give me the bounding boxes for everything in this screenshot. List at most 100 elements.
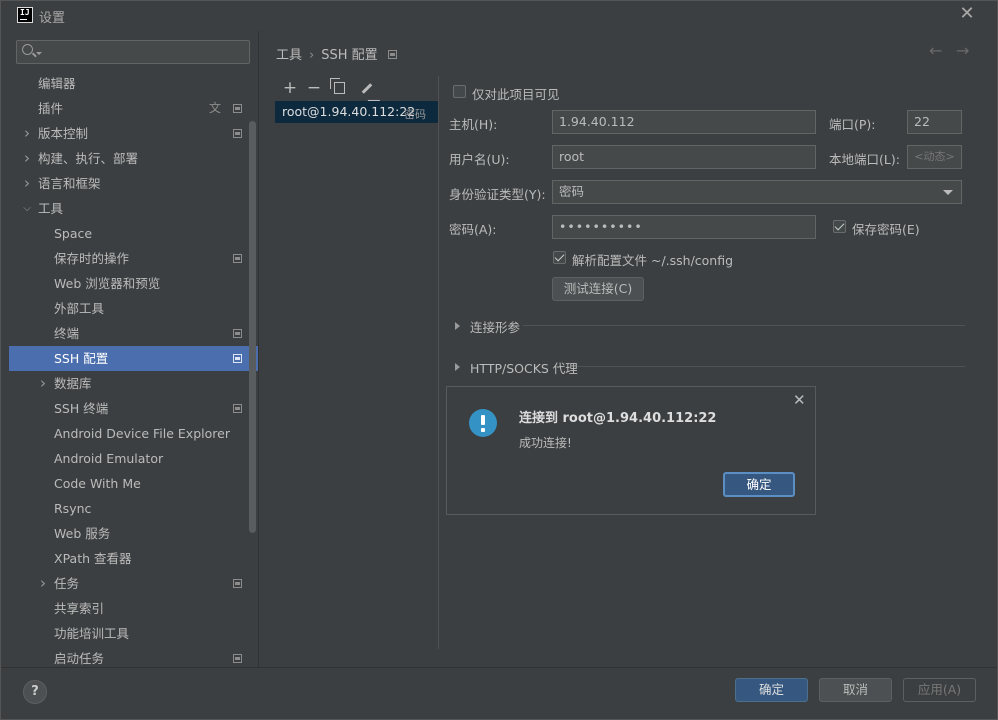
host-label: 主机(H): (449, 117, 498, 132)
project-level-icon (233, 254, 242, 263)
chevron-right-icon[interactable]: › (37, 571, 49, 596)
sidebar-item[interactable]: 外部工具 (9, 296, 258, 321)
project-level-icon (387, 50, 397, 59)
sidebar-item-label: 插件 (38, 101, 64, 116)
host-entry-auth: 密码 (404, 108, 426, 121)
host-list-item[interactable]: root@1.94.40.112:22 密码 (275, 101, 438, 123)
sidebar-item[interactable]: Android Device File Explorer (9, 421, 258, 446)
close-window-icon[interactable]: ✕ (958, 5, 976, 23)
auth-type-label: 身份验证类型(Y): (449, 187, 546, 202)
edit-host-icon[interactable] (361, 83, 373, 94)
save-password-label: 保存密码(E) (852, 222, 920, 237)
sidebar-item[interactable]: 保存时的操作 (9, 246, 258, 271)
sidebar-item-label: 保存时的操作 (54, 251, 130, 266)
sidebar-item[interactable]: Code With Me (9, 471, 258, 496)
sidebar-item[interactable]: XPath 查看器 (9, 546, 258, 571)
sidebar-item-label: 构建、执行、部署 (38, 151, 139, 166)
chevron-right-icon[interactable]: › (21, 171, 33, 196)
host-entry-name: root@1.94.40.112:22 (282, 104, 416, 119)
sidebar-item-label: Code With Me (54, 476, 141, 491)
section-rule (577, 366, 965, 367)
sidebar-scrollbar[interactable] (249, 121, 256, 533)
port-input[interactable]: 22 (907, 110, 962, 134)
sidebar-item[interactable]: ⌵ 工具 (9, 196, 258, 221)
auth-type-select[interactable]: 密码 (552, 180, 962, 204)
chevron-down-icon (943, 190, 953, 195)
sidebar-item[interactable]: SSH 配置 (9, 346, 258, 371)
help-button[interactable]: ? (23, 680, 47, 704)
sidebar-item-label: Android Device File Explorer (54, 426, 230, 441)
project-level-icon (233, 104, 242, 113)
sidebar-item[interactable]: › 数据库 (9, 371, 258, 396)
sidebar-item[interactable]: › 构建、执行、部署 (9, 146, 258, 171)
save-password-checkbox[interactable] (833, 220, 846, 233)
cancel-button[interactable]: 取消 (819, 678, 892, 702)
chevron-right-icon[interactable]: › (37, 371, 49, 396)
proxy-section[interactable]: HTTP/SOCKS 代理 (455, 360, 965, 376)
sidebar-item[interactable]: 功能培训工具 (9, 621, 258, 646)
back-arrow-icon[interactable]: ← (929, 41, 942, 60)
chevron-right-icon[interactable]: › (21, 121, 33, 146)
local-port-input[interactable]: <动态> (907, 145, 962, 169)
popup-ok-button[interactable]: 确定 (723, 472, 795, 497)
port-label: 端口(P): (829, 117, 876, 132)
settings-tree: 编辑器 插件 文 › 版本控制 › 构建、执行、部署 › 语言和框架 ⌵ 工具 Space 保存时的操作… (9, 71, 258, 667)
breadcrumb-parent[interactable]: 工具 (276, 48, 302, 63)
sidebar-item-label: XPath 查看器 (54, 551, 132, 566)
sidebar-item-label: Android Emulator (54, 451, 164, 466)
sidebar-item[interactable]: 编辑器 (9, 71, 258, 96)
popup-message: 成功连接! (519, 436, 572, 450)
sidebar-item-label: Space (54, 226, 93, 241)
host-input[interactable]: 1.94.40.112 (552, 110, 816, 134)
project-level-icon (233, 404, 242, 413)
sidebar-item-label: Rsync (54, 501, 92, 516)
local-port-label: 本地端口(L): (829, 152, 900, 167)
add-host-button[interactable]: + (281, 79, 299, 97)
parse-config-checkbox[interactable] (553, 251, 566, 264)
chevron-right-icon[interactable]: › (21, 146, 33, 171)
sidebar-item[interactable]: 启动任务 (9, 646, 258, 667)
breadcrumb: 工具 › SSH 配置 (276, 44, 397, 63)
sidebar-item[interactable]: Web 浏览器和预览 (9, 271, 258, 296)
sidebar-item[interactable]: › 版本控制 (9, 121, 258, 146)
breadcrumb-separator: › (309, 48, 315, 63)
sidebar-divider[interactable] (258, 31, 259, 667)
username-label: 用户名(U): (449, 152, 510, 167)
sidebar-item[interactable]: › 语言和框架 (9, 171, 258, 196)
username-input[interactable]: root (552, 145, 816, 169)
sidebar-item[interactable]: Android Emulator (9, 446, 258, 471)
sidebar-item[interactable]: SSH 终端 (9, 396, 258, 421)
forward-arrow-icon[interactable]: → (956, 41, 969, 60)
settings-search[interactable] (16, 40, 250, 64)
sidebar-item[interactable]: 共享索引 (9, 596, 258, 621)
close-icon[interactable]: ✕ (793, 391, 806, 409)
sidebar-item[interactable]: Web 服务 (9, 521, 258, 546)
search-icon (22, 44, 33, 55)
remove-host-button[interactable]: − (305, 79, 323, 97)
search-input[interactable] (43, 43, 243, 61)
search-history-dropdown-icon[interactable] (36, 52, 42, 55)
apply-button[interactable]: 应用(A) (903, 678, 976, 702)
sidebar-item-label: 启动任务 (54, 651, 105, 666)
copy-host-icon[interactable] (330, 78, 345, 94)
ok-button[interactable]: 确定 (735, 678, 808, 702)
sidebar-item[interactable]: 终端 (9, 321, 258, 346)
section-rule (523, 325, 965, 326)
sidebar-item-label: 工具 (38, 201, 64, 216)
settings-sidebar: 编辑器 插件 文 › 版本控制 › 构建、执行、部署 › 语言和框架 ⌵ 工具 Space 保存时的操作… (1, 31, 258, 667)
connection-result-popup: 连接到 root@1.94.40.112:22 成功连接! ✕ 确定 (446, 386, 816, 515)
breadcrumb-current: SSH 配置 (321, 48, 378, 63)
password-input[interactable]: •••••••••• (552, 215, 816, 239)
project-only-checkbox[interactable] (453, 85, 466, 98)
dialog-footer: ? 确定 取消 应用(A) (1, 667, 997, 719)
sidebar-item[interactable]: › 任务 (9, 571, 258, 596)
sidebar-item[interactable]: 插件 文 (9, 96, 258, 121)
sidebar-item-label: 功能培训工具 (54, 626, 130, 641)
info-icon (469, 409, 497, 437)
test-connection-button[interactable]: 测试连接(C) (552, 277, 644, 301)
sidebar-item[interactable]: Rsync (9, 496, 258, 521)
sidebar-item-label: 编辑器 (38, 76, 76, 91)
chevron-down-icon[interactable]: ⌵ (21, 196, 33, 221)
connection-params-section[interactable]: 连接形参 (455, 319, 965, 335)
sidebar-item[interactable]: Space (9, 221, 258, 246)
